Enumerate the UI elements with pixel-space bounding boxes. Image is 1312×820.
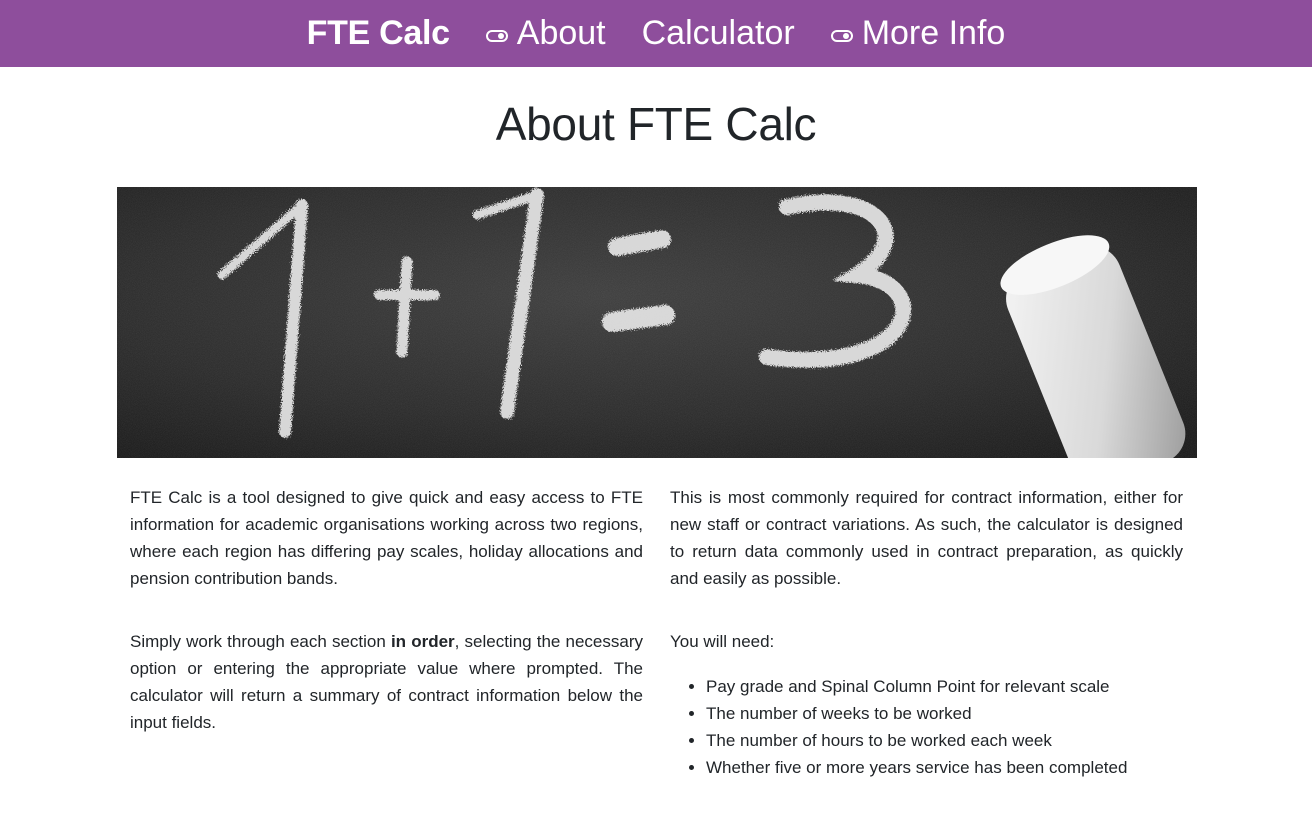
chalkboard-image [117,187,1197,458]
purpose-paragraph: This is most commonly required for contr… [670,488,1183,588]
nav-more-info[interactable]: More Info [830,14,1006,53]
in-order-emphasis: in order [390,632,455,651]
list-item: The number of weeks to be worked [706,700,1183,727]
page-title: About FTE Calc [495,98,817,150]
list-item: The number of hours to be worked each we… [706,727,1183,754]
nav-calculator-label: Calculator [641,14,795,52]
toggle-icon [485,29,508,42]
instructions-paragraph: Simply work through each section in orde… [130,628,643,736]
list-item: Whether five or more years service has b… [706,754,1183,781]
toggle-icon [830,29,853,42]
left-column: FTE Calc is a tool designed to give quic… [130,484,643,781]
you-will-need-heading: You will need: [670,632,775,651]
about-content: FTE Calc is a tool designed to give quic… [130,484,1183,781]
nav-more-info-label: More Info [861,14,1006,52]
requirements-list: Pay grade and Spinal Column Point for re… [670,673,1183,781]
nav-calculator[interactable]: Calculator [642,14,795,53]
instructions-text-1: Simply work through each section [130,632,391,651]
brand-link[interactable]: FTE Calc [307,14,450,53]
right-column: This is most commonly required for contr… [670,484,1183,781]
list-item: Pay grade and Spinal Column Point for re… [706,673,1183,700]
intro-paragraph: FTE Calc is a tool designed to give quic… [130,488,643,588]
nav-about-label: About [516,14,606,52]
top-navbar: FTE Calc About Calculator More Info [0,0,1312,67]
nav-about[interactable]: About [485,14,606,53]
